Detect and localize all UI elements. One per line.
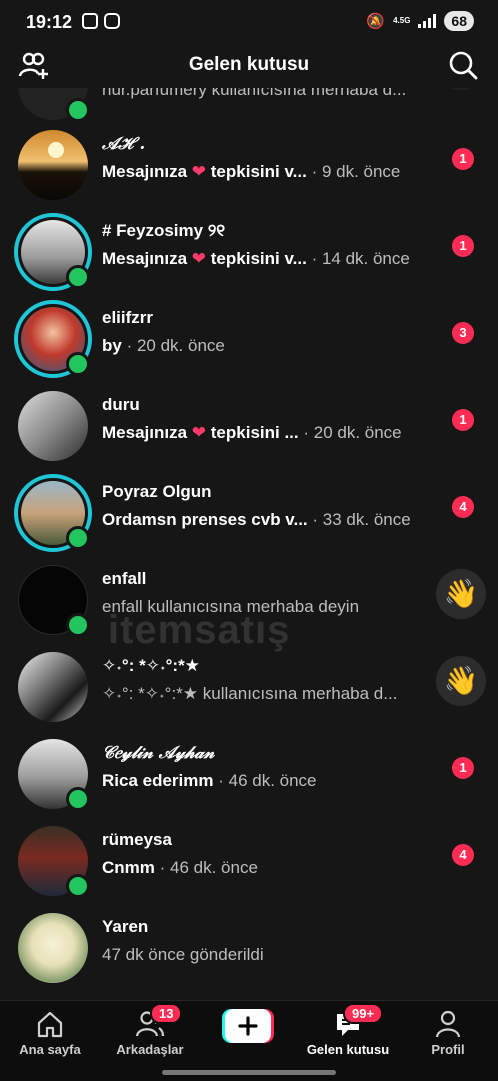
online-indicator [66,98,90,122]
tab-home[interactable]: Ana sayfa [5,1009,95,1057]
unread-badge: 1 [452,235,474,257]
status-time: 19:12 [26,12,73,32]
contact-name: Poyraz Olgun [102,482,212,501]
heart-icon: ❤ [191,249,207,268]
unread-badge: 1 [452,148,474,170]
friends-badge: 13 [150,1003,183,1024]
message-preview: nur.parfumery kullanıcısına merhaba d... [102,88,407,99]
home-indicator [162,1070,336,1075]
tab-label: Ana sayfa [19,1042,81,1057]
conversation-list: PARFU nur.parfumery kullanıcısına merhab… [0,88,498,1000]
create-button[interactable] [222,1009,274,1043]
contact-name: 𝒜ℋ . [102,134,146,154]
tab-label: Profil [431,1042,465,1057]
unread-badge: 4 [452,844,474,866]
contact-name: Yaren [102,917,149,936]
online-indicator [66,526,90,550]
inbox-badge: 99+ [343,1003,384,1024]
online-indicator [66,352,90,376]
tab-label: Arkadaşlar [116,1042,184,1057]
plus-icon [222,1009,274,1043]
contact-name: duru [102,395,140,414]
network-type: 4.5G [393,16,411,25]
mute-icon: 🔕 [366,13,386,30]
page-title: Gelen kutusu [188,54,310,75]
wave-button[interactable] [436,88,486,90]
heart-icon: ❤ [191,423,207,442]
list-item[interactable]: # Feyzosimy ୨୧ Mesajınıza ❤ tepkisini v.… [0,209,498,296]
contact-name: rümeysa [102,830,172,849]
contact-name: eliifzrr [102,308,154,327]
message-preview: Rica ederimm · 46 dk. önce [102,771,317,790]
instagram-icon [104,13,120,29]
contact-name: ✧˖°: *✧˖°:*★ [102,656,200,675]
home-icon [37,1011,63,1038]
avatar [18,652,88,722]
profile-icon [435,1010,461,1038]
list-item[interactable]: Poyraz Olgun Ordamsn prenses cvb v... · … [0,470,498,557]
online-indicator [66,787,90,811]
online-indicator [66,265,90,289]
search-icon[interactable] [448,50,478,80]
message-preview: 47 dk önce gönderildi [102,945,264,964]
list-item[interactable]: Yaren 47 dk önce gönderildi [0,905,498,992]
message-preview: Ordamsn prenses cvb v... · 33 dk. önce [102,510,411,529]
message-preview: Mesajınıza ❤ tepkisini v... · 14 dk. önc… [102,249,410,268]
message-preview: by · 20 dk. önce [102,336,225,355]
tab-inbox[interactable]: Gelen kutusu 99+ [303,1003,393,1057]
screen-record-icon [82,13,98,29]
online-indicator [66,874,90,898]
unread-badge: 1 [452,757,474,779]
wave-button[interactable]: 👋 [436,656,486,706]
heart-icon: ❤ [191,162,207,181]
message-preview: ✧˖°: *✧˖°:*★ kullanıcısına merhaba d... [102,684,398,703]
unread-badge: 1 [452,409,474,431]
list-item[interactable]: duru Mesajınıza ❤ tepkisini ... · 20 dk.… [0,383,498,470]
message-preview: Mesajınıza ❤ tepkisini ... · 20 dk. önce [102,423,402,442]
tab-profile[interactable]: Profil [403,1009,493,1057]
battery-level: 68 [444,11,474,31]
watermark: itemsatış [108,608,291,652]
avatar [18,913,88,983]
list-item[interactable]: 𝒜ℋ . Mesajınıza ❤ tepkisini v... · 9 dk.… [0,122,498,209]
wave-button[interactable]: 👋 [436,569,486,619]
message-preview: Cnmm · 46 dk. önce [102,858,258,877]
signal-icon [418,14,437,28]
unread-badge: 3 [452,322,474,344]
inbox-header: Gelen kutusu [0,44,498,88]
contact-name: 𝒞𝑒𝓎𝓁𝒾𝓃 𝒜𝓎𝒽𝒶𝓃 [102,743,215,763]
list-item[interactable]: eliifzrr by · 20 dk. önce 3 [0,296,498,383]
list-item[interactable]: rümeysa Cnmm · 46 dk. önce 4 [0,818,498,905]
list-item[interactable]: 𝒞𝑒𝓎𝓁𝒾𝓃 𝒜𝓎𝒽𝒶𝓃 Rica ederimm · 46 dk. önce … [0,731,498,818]
message-preview: Mesajınıza ❤ tepkisini v... · 9 dk. önce [102,162,401,181]
list-item[interactable]: PARFU nur.parfumery kullanıcısına merhab… [0,88,498,122]
contact-name: # Feyzosimy ୨୧ [102,221,226,240]
contact-name: enfall [102,569,147,588]
online-indicator [66,613,90,637]
avatar [18,391,88,461]
bottom-tab-bar: Ana sayfa Arkadaşlar 13 Gelen kutusu 99+… [0,1000,498,1081]
tab-label: Gelen kutusu [306,1042,390,1057]
status-bar: 19:12 🔕 4.5G 68 [0,0,498,44]
unread-badge: 4 [452,496,474,518]
avatar [18,130,88,200]
list-item[interactable]: ✧˖°: *✧˖°:*★ ✧˖°: *✧˖°:*★ kullanıcısına … [0,644,498,731]
tab-friends[interactable]: Arkadaşlar 13 [105,1003,195,1057]
